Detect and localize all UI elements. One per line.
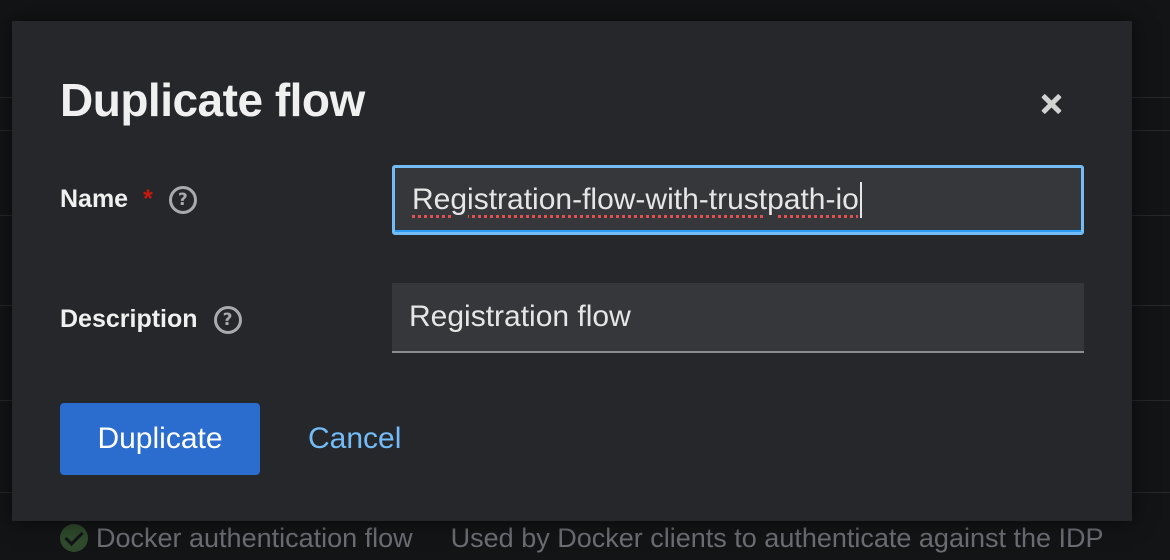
duplicate-flow-modal: Duplicate flow Name * ? Registration-flo… bbox=[12, 21, 1132, 521]
name-label-group: Name * ? bbox=[60, 185, 197, 214]
close-icon[interactable] bbox=[1036, 89, 1066, 119]
required-indicator: * bbox=[143, 185, 153, 213]
name-input-value: Registration-flow-with-trustpath-io bbox=[412, 183, 859, 216]
table-row: Docker authentication flow Used by Docke… bbox=[60, 520, 1104, 556]
text-caret bbox=[859, 182, 862, 218]
flow-description: Used by Docker clients to authenticate a… bbox=[450, 522, 1104, 553]
duplicate-button[interactable]: Duplicate bbox=[60, 403, 260, 475]
name-input[interactable]: Registration-flow-with-trustpath-io bbox=[392, 165, 1084, 235]
help-icon[interactable]: ? bbox=[168, 185, 197, 214]
description-input[interactable]: Registration flow bbox=[392, 283, 1084, 353]
description-input-value: Registration flow bbox=[409, 300, 631, 333]
description-label: Description bbox=[60, 305, 198, 333]
name-label: Name bbox=[60, 185, 129, 213]
cancel-button[interactable]: Cancel bbox=[308, 403, 401, 475]
flow-name: Docker authentication flow bbox=[96, 522, 413, 553]
help-icon[interactable]: ? bbox=[213, 305, 242, 334]
description-label-group: Description ? bbox=[60, 305, 242, 334]
check-circle-icon bbox=[60, 524, 88, 552]
modal-title: Duplicate flow bbox=[60, 74, 365, 126]
